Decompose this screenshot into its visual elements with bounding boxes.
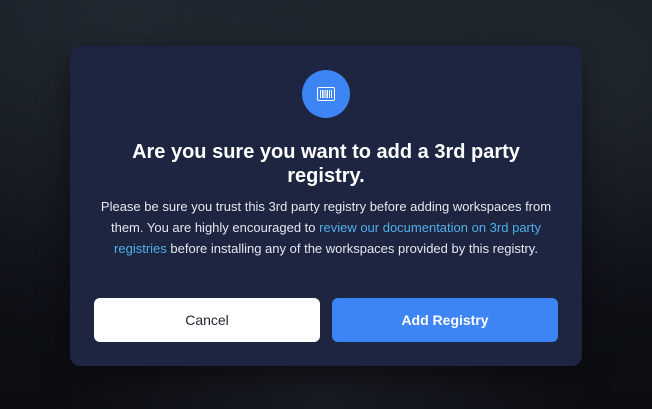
description-text-after: before installing any of the workspaces … — [166, 241, 538, 256]
add-registry-dialog: Are you sure you want to add a 3rd party… — [70, 46, 582, 366]
dialog-description: Please be sure you trust this 3rd party … — [100, 196, 552, 259]
add-registry-button[interactable]: Add Registry — [332, 298, 558, 342]
barcode-icon — [317, 87, 335, 101]
cancel-button[interactable]: Cancel — [94, 298, 320, 342]
registry-icon-badge — [302, 70, 350, 118]
dialog-title: Are you sure you want to add a 3rd party… — [132, 141, 520, 187]
